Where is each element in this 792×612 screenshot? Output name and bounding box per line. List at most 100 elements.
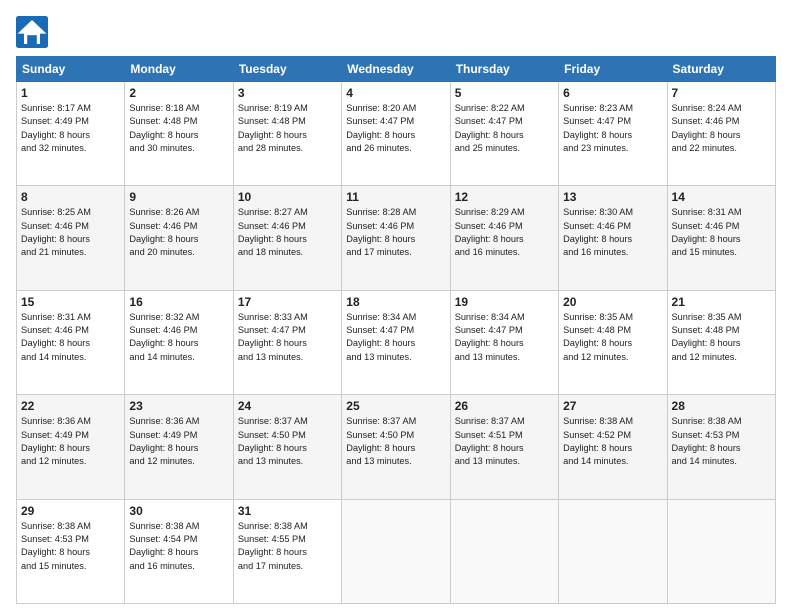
day-info-line: and 16 minutes. [129, 560, 228, 573]
day-info-line: Sunrise: 8:27 AM [238, 206, 337, 219]
weekday-header-thursday: Thursday [450, 57, 558, 82]
day-info-line: Sunrise: 8:35 AM [672, 311, 771, 324]
day-info-line: Sunrise: 8:31 AM [21, 311, 120, 324]
day-info-line: and 13 minutes. [455, 351, 554, 364]
week-row-4: 22 Sunrise: 8:36 AMSunset: 4:49 PMDayligh… [17, 395, 776, 499]
day-info-line: Daylight: 8 hours [346, 129, 445, 142]
day-number: 14 [672, 190, 771, 204]
day-number: 2 [129, 86, 228, 100]
day-info-line: and 20 minutes. [129, 246, 228, 259]
day-info-line: and 18 minutes. [238, 246, 337, 259]
day-info: Sunrise: 8:37 AMSunset: 4:50 PMDaylight:… [346, 415, 445, 468]
day-info: Sunrise: 8:38 AMSunset: 4:53 PMDaylight:… [21, 520, 120, 573]
day-info: Sunrise: 8:38 AMSunset: 4:54 PMDaylight:… [129, 520, 228, 573]
day-info-line: Sunrise: 8:29 AM [455, 206, 554, 219]
day-info-line: Sunset: 4:46 PM [563, 220, 662, 233]
day-number: 17 [238, 295, 337, 309]
day-info: Sunrise: 8:31 AMSunset: 4:46 PMDaylight:… [672, 206, 771, 259]
day-number: 1 [21, 86, 120, 100]
day-info-line: Sunset: 4:49 PM [21, 115, 120, 128]
day-number: 24 [238, 399, 337, 413]
day-info-line: Sunset: 4:48 PM [129, 115, 228, 128]
day-info-line: Daylight: 8 hours [346, 337, 445, 350]
calendar-cell: 24Sunrise: 8:37 AMSunset: 4:50 PMDayligh… [233, 395, 341, 499]
day-number: 10 [238, 190, 337, 204]
day-info-line: Sunset: 4:51 PM [455, 429, 554, 442]
day-info-line: Daylight: 8 hours [672, 129, 771, 142]
day-info-line: Daylight: 8 hours [455, 337, 554, 350]
day-info-line: Sunrise: 8:38 AM [672, 415, 771, 428]
day-info-line: Sunset: 4:53 PM [672, 429, 771, 442]
day-info-line: and 13 minutes. [346, 455, 445, 468]
calendar-table: SundayMondayTuesdayWednesdayThursdayFrid… [16, 56, 776, 604]
day-info-line: Daylight: 8 hours [346, 442, 445, 455]
day-info-line: Daylight: 8 hours [21, 233, 120, 246]
day-info-line: and 13 minutes. [238, 455, 337, 468]
day-info: Sunrise: 8:32 AMSunset: 4:46 PMDaylight:… [129, 311, 228, 364]
day-info-line: Daylight: 8 hours [129, 129, 228, 142]
day-info-line: Sunrise: 8:38 AM [563, 415, 662, 428]
day-info-line: Daylight: 8 hours [238, 129, 337, 142]
day-info-line: Daylight: 8 hours [563, 442, 662, 455]
day-info-line: Daylight: 8 hours [563, 129, 662, 142]
day-info-line: Daylight: 8 hours [21, 337, 120, 350]
day-info-line: Daylight: 8 hours [238, 233, 337, 246]
week-row-3: 15Sunrise: 8:31 AMSunset: 4:46 PMDayligh… [17, 290, 776, 394]
calendar-cell: 16Sunrise: 8:32 AMSunset: 4:46 PMDayligh… [125, 290, 233, 394]
day-info-line: and 17 minutes. [346, 246, 445, 259]
calendar-cell [559, 499, 667, 603]
day-info: Sunrise: 8:22 AMSunset: 4:47 PMDaylight:… [455, 102, 554, 155]
calendar-cell: 28Sunrise: 8:38 AMSunset: 4:53 PMDayligh… [667, 395, 775, 499]
week-row-2: 8Sunrise: 8:25 AMSunset: 4:46 PMDaylight… [17, 186, 776, 290]
day-info-line: and 21 minutes. [21, 246, 120, 259]
calendar-cell: 11Sunrise: 8:28 AMSunset: 4:46 PMDayligh… [342, 186, 450, 290]
day-info-line: Daylight: 8 hours [455, 442, 554, 455]
week-row-5: 29Sunrise: 8:38 AMSunset: 4:53 PMDayligh… [17, 499, 776, 603]
day-info-line: Sunrise: 8:26 AM [129, 206, 228, 219]
day-info-line: Sunrise: 8:24 AM [672, 102, 771, 115]
day-info-line: and 17 minutes. [238, 560, 337, 573]
day-number: 22 [21, 399, 120, 413]
day-info-line: and 25 minutes. [455, 142, 554, 155]
day-info-line: Sunrise: 8:31 AM [672, 206, 771, 219]
weekday-header-friday: Friday [559, 57, 667, 82]
day-info: Sunrise: 8:24 AMSunset: 4:46 PMDaylight:… [672, 102, 771, 155]
day-info-line: Sunrise: 8:34 AM [455, 311, 554, 324]
day-info: Sunrise: 8:18 AMSunset: 4:48 PMDaylight:… [129, 102, 228, 155]
calendar-cell: 20Sunrise: 8:35 AMSunset: 4:48 PMDayligh… [559, 290, 667, 394]
day-info: Sunrise: 8:38 AMSunset: 4:52 PMDaylight:… [563, 415, 662, 468]
calendar-cell: 13Sunrise: 8:30 AMSunset: 4:46 PMDayligh… [559, 186, 667, 290]
day-info-line: Sunset: 4:47 PM [346, 324, 445, 337]
calendar-cell: 3Sunrise: 8:19 AMSunset: 4:48 PMDaylight… [233, 82, 341, 186]
day-info-line: Sunset: 4:47 PM [455, 115, 554, 128]
day-info: Sunrise: 8:36 AMSunset: 4:49 PMDaylight:… [21, 415, 120, 468]
weekday-header-row: SundayMondayTuesdayWednesdayThursdayFrid… [17, 57, 776, 82]
day-info-line: and 15 minutes. [21, 560, 120, 573]
calendar-cell: 25 Sunrise: 8:37 AMSunset: 4:50 PMDayligh… [342, 395, 450, 499]
calendar-cell: 12Sunrise: 8:29 AMSunset: 4:46 PMDayligh… [450, 186, 558, 290]
day-info: Sunrise: 8:30 AMSunset: 4:46 PMDaylight:… [563, 206, 662, 259]
day-number: 3 [238, 86, 337, 100]
day-info: Sunrise: 8:34 AMSunset: 4:47 PMDaylight:… [455, 311, 554, 364]
day-number: 7 [672, 86, 771, 100]
day-info-line: Daylight: 8 hours [238, 546, 337, 559]
calendar-cell: 30Sunrise: 8:38 AMSunset: 4:54 PMDayligh… [125, 499, 233, 603]
day-info-line: and 14 minutes. [21, 351, 120, 364]
day-number: 9 [129, 190, 228, 204]
day-number: 6 [563, 86, 662, 100]
day-info: Sunrise: 8:29 AMSunset: 4:46 PMDaylight:… [455, 206, 554, 259]
day-info: Sunrise: 8:35 AMSunset: 4:48 PMDaylight:… [672, 311, 771, 364]
header [16, 16, 776, 48]
weekday-header-monday: Monday [125, 57, 233, 82]
day-info-line: Sunset: 4:49 PM [21, 429, 120, 442]
day-info-line: Sunset: 4:50 PM [346, 429, 445, 442]
day-info-line: Sunset: 4:46 PM [129, 324, 228, 337]
day-info-line: Sunset: 4:46 PM [672, 220, 771, 233]
day-info-line: Sunset: 4:46 PM [346, 220, 445, 233]
day-number: 25 [346, 399, 445, 413]
calendar-cell: 4Sunrise: 8:20 AMSunset: 4:47 PMDaylight… [342, 82, 450, 186]
day-info-line: Sunset: 4:53 PM [21, 533, 120, 546]
day-info-line: Daylight: 8 hours [21, 129, 120, 142]
day-info-line: Sunset: 4:48 PM [238, 115, 337, 128]
day-number: 23 [129, 399, 228, 413]
